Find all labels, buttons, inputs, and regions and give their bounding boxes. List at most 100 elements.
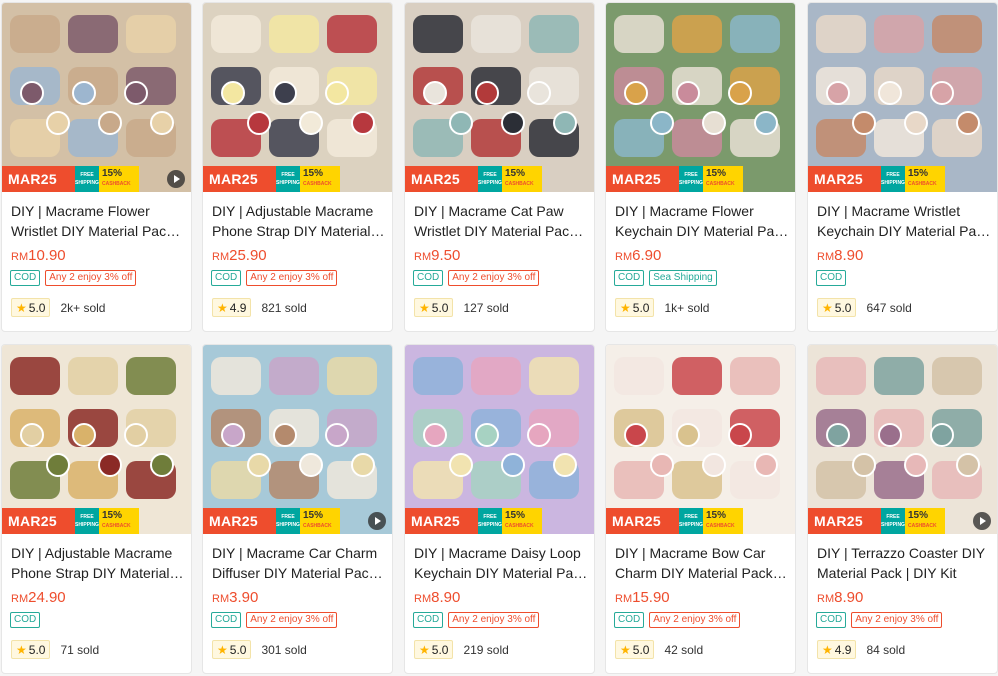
free-shipping-label-2: SHIPPING bbox=[276, 180, 300, 186]
rating-badge: ★ 4.9 bbox=[212, 298, 252, 317]
star-icon: ★ bbox=[16, 300, 27, 315]
promo-banner: MAR25 FREE SHIPPING 15% CASHBACK bbox=[606, 508, 795, 534]
product-card[interactable]: MAR25 FREE SHIPPING 15% CASHBACK DIY | Macram… bbox=[1, 2, 192, 332]
cashback-percent: 15% bbox=[908, 168, 929, 179]
product-image[interactable]: MAR25 FREE SHIPPING 15% CASHBACK bbox=[203, 345, 392, 534]
product-image[interactable]: MAR25 FREE SHIPPING 15% CASHBACK bbox=[405, 345, 594, 534]
sold-count: 219 sold bbox=[463, 642, 509, 657]
play-video-icon[interactable] bbox=[973, 512, 991, 530]
sold-count: 821 sold bbox=[261, 300, 307, 315]
product-card[interactable]: MAR25 FREE SHIPPING 15% CASHBACK DIY | Terraz… bbox=[807, 344, 998, 674]
sold-count: 127 sold bbox=[463, 300, 509, 315]
product-tags: COD bbox=[10, 612, 41, 628]
rating-value: 5.0 bbox=[28, 642, 46, 657]
cashback-badge: 15% CASHBACK bbox=[502, 508, 542, 534]
price-currency: RM bbox=[212, 251, 230, 263]
product-title[interactable]: DIY | Adjustable Macrame Phone Strap DIY… bbox=[212, 201, 386, 241]
product-title[interactable]: DIY | Macrame Daisy Loop Keychain DIY Ma… bbox=[414, 543, 588, 583]
product-card[interactable]: MAR25 FREE SHIPPING 15% CASHBACK DIY | Macram… bbox=[202, 344, 393, 674]
promo-banner: MAR25 FREE SHIPPING 15% CASHBACK bbox=[203, 508, 392, 534]
product-image[interactable]: MAR25 FREE SHIPPING 15% CASHBACK bbox=[2, 345, 191, 534]
cod-tag: COD bbox=[211, 612, 242, 628]
cashback-badge: 15% CASHBACK bbox=[905, 166, 945, 192]
cashback-percent: 15% bbox=[908, 510, 929, 521]
promo-code-badge: MAR25 bbox=[405, 166, 478, 192]
rating-badge: ★ 5.0 bbox=[615, 298, 655, 317]
product-title[interactable]: DIY | Macrame Wristlet Keychain DIY Mate… bbox=[817, 201, 991, 241]
cashback-badge: 15% CASHBACK bbox=[300, 508, 340, 534]
product-price: RM15.90 bbox=[615, 589, 670, 608]
free-shipping-badge: FREE SHIPPING bbox=[478, 166, 502, 192]
rating-value: 4.9 bbox=[834, 642, 852, 657]
product-image[interactable]: MAR25 FREE SHIPPING 15% CASHBACK bbox=[405, 3, 594, 192]
product-image[interactable]: MAR25 FREE SHIPPING 15% CASHBACK bbox=[606, 345, 795, 534]
sold-count: 84 sold bbox=[866, 642, 906, 657]
cod-tag: COD bbox=[413, 612, 444, 628]
free-shipping-label-2: SHIPPING bbox=[75, 180, 99, 186]
price-currency: RM bbox=[615, 251, 633, 263]
price-currency: RM bbox=[414, 593, 432, 605]
cod-tag: COD bbox=[10, 270, 41, 286]
product-meta: ★ 5.0 42 sold bbox=[615, 640, 703, 659]
product-title[interactable]: DIY | Macrame Cat Paw Wristlet DIY Mater… bbox=[414, 201, 588, 241]
free-shipping-label-1: FREE bbox=[483, 514, 497, 520]
sold-count: 1k+ sold bbox=[664, 300, 710, 315]
promo-banner: MAR25 FREE SHIPPING 15% CASHBACK bbox=[808, 166, 997, 192]
product-card[interactable]: MAR25 FREE SHIPPING 15% CASHBACK DIY | Macram… bbox=[404, 344, 595, 674]
free-shipping-label-1: FREE bbox=[684, 172, 698, 178]
cod-tag: COD bbox=[211, 270, 242, 286]
product-title[interactable]: DIY | Macrame Bow Car Charm DIY Material… bbox=[615, 543, 789, 583]
product-card[interactable]: MAR25 FREE SHIPPING 15% CASHBACK DIY | Macram… bbox=[807, 2, 998, 332]
product-card[interactable]: MAR25 FREE SHIPPING 15% CASHBACK DIY | Macram… bbox=[404, 2, 595, 332]
rating-value: 5.0 bbox=[229, 642, 247, 657]
product-title[interactable]: DIY | Macrame Flower Keychain DIY Materi… bbox=[615, 201, 789, 241]
free-shipping-label-2: SHIPPING bbox=[881, 522, 905, 528]
product-card[interactable]: MAR25 FREE SHIPPING 15% CASHBACK DIY | Adjust… bbox=[1, 344, 192, 674]
star-icon: ★ bbox=[620, 300, 631, 315]
cashback-badge: 15% CASHBACK bbox=[703, 166, 743, 192]
price-currency: RM bbox=[817, 593, 835, 605]
product-meta: ★ 4.9 84 sold bbox=[817, 640, 905, 659]
cashback-badge: 15% CASHBACK bbox=[905, 508, 945, 534]
product-image[interactable]: MAR25 FREE SHIPPING 15% CASHBACK bbox=[808, 345, 997, 534]
product-card[interactable]: MAR25 FREE SHIPPING 15% CASHBACK DIY | Macram… bbox=[605, 2, 796, 332]
product-price: RM10.90 bbox=[11, 247, 66, 266]
star-icon: ★ bbox=[217, 642, 228, 657]
product-title[interactable]: DIY | Macrame Flower Wristlet DIY Materi… bbox=[11, 201, 185, 241]
product-title[interactable]: DIY | Terrazzo Coaster DIY Material Pack… bbox=[817, 543, 991, 583]
product-title[interactable]: DIY | Adjustable Macrame Phone Strap DIY… bbox=[11, 543, 185, 583]
product-price: RM24.90 bbox=[11, 589, 66, 608]
cashback-badge: 15% CASHBACK bbox=[502, 166, 542, 192]
star-icon: ★ bbox=[822, 642, 833, 657]
play-video-icon[interactable] bbox=[368, 512, 386, 530]
product-card[interactable]: MAR25 FREE SHIPPING 15% CASHBACK DIY | Adjust… bbox=[202, 2, 393, 332]
product-image[interactable]: MAR25 FREE SHIPPING 15% CASHBACK bbox=[2, 3, 191, 192]
product-image[interactable]: MAR25 FREE SHIPPING 15% CASHBACK bbox=[606, 3, 795, 192]
cashback-label: CASHBACK bbox=[908, 181, 937, 187]
star-icon: ★ bbox=[419, 300, 430, 315]
promo-code-badge: MAR25 bbox=[606, 166, 679, 192]
rating-badge: ★ 5.0 bbox=[615, 640, 655, 659]
free-shipping-badge: FREE SHIPPING bbox=[276, 508, 300, 534]
free-shipping-badge: FREE SHIPPING bbox=[75, 166, 99, 192]
rating-value: 4.9 bbox=[229, 300, 247, 315]
promo-banner: MAR25 FREE SHIPPING 15% CASHBACK bbox=[203, 166, 392, 192]
product-card[interactable]: MAR25 FREE SHIPPING 15% CASHBACK DIY | Macram… bbox=[605, 344, 796, 674]
cashback-percent: 15% bbox=[102, 168, 123, 179]
discount-tag: Any 2 enjoy 3% off bbox=[45, 270, 137, 286]
product-price: RM8.90 bbox=[817, 247, 863, 266]
cashback-label: CASHBACK bbox=[303, 181, 332, 187]
cod-tag: COD bbox=[614, 270, 645, 286]
free-shipping-badge: FREE SHIPPING bbox=[881, 508, 905, 534]
rating-badge: ★ 5.0 bbox=[11, 298, 51, 317]
play-video-icon[interactable] bbox=[167, 170, 185, 188]
promo-banner: MAR25 FREE SHIPPING 15% CASHBACK bbox=[606, 166, 795, 192]
product-image[interactable]: MAR25 FREE SHIPPING 15% CASHBACK bbox=[203, 3, 392, 192]
rating-value: 5.0 bbox=[632, 300, 650, 315]
product-title[interactable]: DIY | Macrame Car Charm Diffuser DIY Mat… bbox=[212, 543, 386, 583]
discount-tag: Any 2 enjoy 3% off bbox=[246, 612, 338, 628]
free-shipping-badge: FREE SHIPPING bbox=[679, 166, 703, 192]
cashback-label: CASHBACK bbox=[908, 523, 937, 529]
product-image[interactable]: MAR25 FREE SHIPPING 15% CASHBACK bbox=[808, 3, 997, 192]
price-amount: 6.90 bbox=[632, 247, 662, 264]
